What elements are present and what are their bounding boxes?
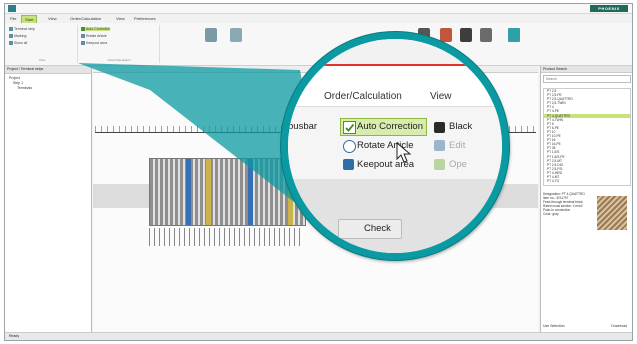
black-label[interactable]: Black [449,121,472,132]
product-search-header: Product Search [541,66,632,73]
magnifier-lens: Order/Calculation View busbar Auto Corre… [281,32,509,260]
ribbon-group-order: Auto Correction Rotate Article Keepout a… [79,25,160,63]
terminal-yellow[interactable] [206,159,211,225]
tab-file[interactable]: File [7,15,19,22]
rotate-icon [343,140,356,153]
ribbon-item-show-all[interactable]: Show all [9,41,27,46]
ribbon-group-label-2: Order/Calculation [107,58,131,62]
auto-correction-label[interactable]: Auto Correction [357,121,423,132]
edit-label[interactable]: Edit [449,140,465,151]
keepout-icon [343,159,354,170]
magnified-busbar-label: busbar [288,121,318,132]
project-tree: Project Strip 1 Terminals [9,76,32,91]
mouse-cursor-icon [396,142,412,163]
tab-view[interactable]: View [45,15,60,22]
ribbon-item-terminal-strip[interactable]: Terminal strip [9,27,35,32]
product-buttons: Use Selection Download [543,322,629,330]
app-logo-icon [8,5,16,12]
ribbon-big-icon-1[interactable] [205,28,217,42]
edit-icon [434,140,445,151]
product-search-panel: Product Search Search PT 2,5 PT 2,5-PE PT … [540,66,632,332]
status-bar: Ready [5,332,632,340]
product-list-item[interactable]: PT 4-TG [544,179,630,183]
product-image [597,196,627,230]
download-button[interactable]: Download [611,322,627,330]
terminal-blue-2[interactable] [248,159,253,225]
ribbon-tabs: File Start View Order/Calculation View P… [5,14,632,24]
black-square-icon [434,122,445,133]
magnified-menu-view[interactable]: View [430,91,452,102]
check-button[interactable]: Check [338,219,402,239]
magnified-view: Order/Calculation View busbar Auto Corre… [288,39,502,253]
ribbon-item-keepout-area[interactable]: Keepout area [81,41,107,46]
ribbon-group-view: Terminal strip Marking Show all View [7,25,78,63]
ribbon-group-label: View [38,58,46,62]
tab-view-2[interactable]: View [113,15,128,22]
terminal-blue[interactable] [186,159,191,225]
project-panel: Project / Terminal strips Project Strip … [5,66,92,332]
open-icon [434,159,445,170]
magnified-menu-order-calculation[interactable]: Order/Calculation [324,91,402,102]
check-button-label: Check [364,223,391,234]
tab-order-calculation[interactable]: Order/Calculation [67,15,104,22]
ribbon-big-icon-2[interactable] [230,28,242,42]
magnified-titlebar [288,39,502,64]
check-icon [343,121,356,134]
ribbon-item-rotate-article[interactable]: Rotate Article [81,34,107,39]
filter-icon[interactable] [508,28,520,42]
use-selection-button[interactable]: Use Selection [543,324,565,328]
magnified-red-line [288,64,502,66]
terminal-labels [149,228,304,246]
product-list[interactable]: PT 2,5 PT 2,5-PE PT 2,5-QUATTRO PT 2,5-TWIN… [543,88,631,186]
tab-preferences[interactable]: Preferences [131,15,159,22]
product-search-input[interactable]: Search [543,75,631,83]
ribbon-item-marking[interactable]: Marking [9,34,26,39]
tree-item-terminals[interactable]: Terminals [9,86,32,91]
project-panel-header: Project / Terminal strips [5,66,91,74]
product-detail: Designation: PT 4-QUATTRO Item no.: 32117… [543,192,629,318]
ribbon-item-auto-correction[interactable]: Auto Correction [81,27,111,32]
magnified-canvas [288,179,502,253]
open-label[interactable]: Ope [449,159,467,170]
brand-logo: PHOENIX [590,5,628,12]
title-bar: PHOENIX [5,4,632,14]
